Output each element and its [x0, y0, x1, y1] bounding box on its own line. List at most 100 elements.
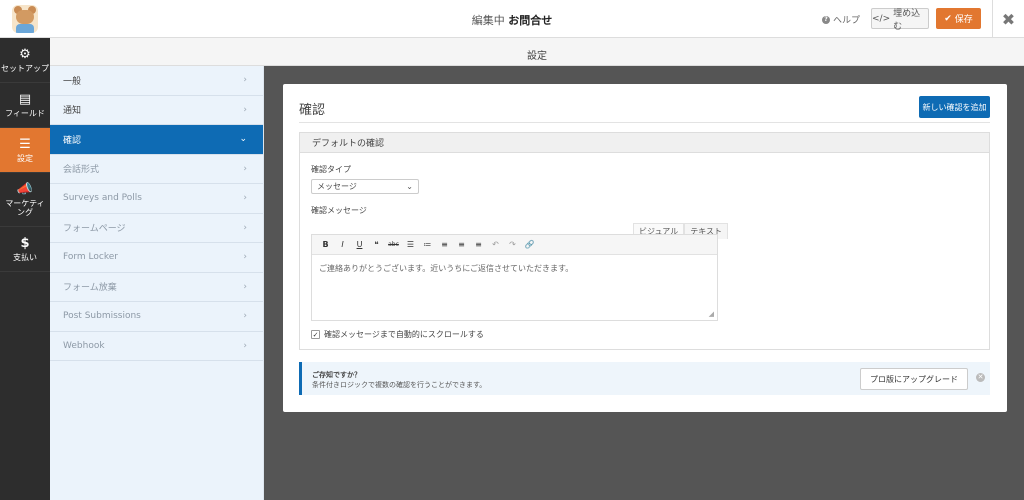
- embed-button[interactable]: </> 埋め込む: [871, 8, 929, 32]
- sidebar-item-label: 設定: [17, 153, 33, 163]
- subnav-item-label: フォームページ: [63, 224, 126, 235]
- notice-body: 条件付きロジックで複数の確認を行うことができます。: [312, 381, 487, 389]
- subnav-item-label: Post Submissions: [63, 311, 141, 322]
- subnav-item-confirmations[interactable]: 確認 ⌄: [50, 125, 263, 155]
- section-title: 設定: [527, 51, 547, 62]
- confirmation-type-label: 確認タイプ: [311, 165, 351, 174]
- top-bar: 編集中 お問合せ ? ヘルプ </> 埋め込む ✔ 保存 ✖: [0, 0, 1024, 38]
- save-button[interactable]: ✔ 保存: [936, 8, 981, 29]
- subnav-item-form-abandonment[interactable]: フォーム放棄 ›: [50, 273, 263, 302]
- sidebar-item-label: フィールド: [5, 108, 45, 118]
- chevron-right-icon: ›: [243, 340, 247, 351]
- confirmation-message-label: 確認メッセージ: [311, 206, 367, 215]
- auto-scroll-label: 確認メッセージまで自動的にスクロールする: [324, 330, 484, 339]
- redo-icon[interactable]: ↷: [504, 240, 521, 249]
- chevron-right-icon: ›: [243, 281, 247, 292]
- align-center-icon[interactable]: ≡: [453, 240, 470, 249]
- confirmations-panel: 確認 新しい確認を追加 デフォルトの確認 確認タイプ メッセージ ⌄ 確認メッセ…: [283, 84, 1007, 412]
- megaphone-icon: 📣: [16, 181, 34, 197]
- check-icon: ✔: [944, 13, 952, 24]
- close-button[interactable]: ✖: [992, 0, 1024, 38]
- bold-icon[interactable]: B: [317, 240, 334, 249]
- sidebar-item-label: 支払い: [13, 252, 37, 262]
- chevron-right-icon: ›: [243, 104, 247, 115]
- sidebar-item-label: セットアップ: [1, 63, 49, 73]
- code-icon: </>: [872, 13, 891, 24]
- panel-title: 確認: [299, 103, 326, 118]
- title-prefix: 編集中: [471, 14, 505, 27]
- main-sidebar: ⚙ セットアップ ▤ フィールド ☰ 設定 📣 マーケティング $ 支払い: [0, 38, 50, 500]
- default-confirmation-box: デフォルトの確認 確認タイプ メッセージ ⌄ 確認メッセージ ビジュアル テキス…: [299, 132, 990, 350]
- close-icon: ✖: [1001, 9, 1016, 29]
- sidebar-item-setup[interactable]: ⚙ セットアップ: [0, 38, 50, 83]
- chevron-down-icon: ⌄: [239, 134, 247, 145]
- upgrade-to-pro-button[interactable]: プロ版にアップグレード: [860, 368, 968, 390]
- subnav-item-form-locker[interactable]: Form Locker ›: [50, 243, 263, 273]
- title-form-name: お問合せ: [508, 14, 553, 27]
- chevron-right-icon: ›: [243, 193, 247, 204]
- auto-scroll-checkbox[interactable]: ✓: [311, 330, 320, 339]
- upgrade-notice: ご存知ですか？ 条件付きロジックで複数の確認を行うことができます。 プロ版にアッ…: [299, 362, 990, 395]
- sidebar-item-fields[interactable]: ▤ フィールド: [0, 83, 50, 128]
- underline-icon[interactable]: U: [351, 240, 368, 249]
- subnav-item-general[interactable]: 一般 ›: [50, 66, 263, 96]
- subnav-item-form-pages[interactable]: フォームページ ›: [50, 214, 263, 243]
- auto-scroll-option: ✓ 確認メッセージまで自動的にスクロールする: [311, 329, 484, 340]
- subnav-item-post-submissions[interactable]: Post Submissions ›: [50, 302, 263, 332]
- blockquote-icon[interactable]: ❝: [368, 240, 385, 249]
- box-title: デフォルトの確認: [312, 139, 385, 149]
- subnav-item-conversational[interactable]: 会話形式 ›: [50, 155, 263, 184]
- select-value: メッセージ: [317, 182, 357, 191]
- save-label: 保存: [954, 15, 973, 25]
- align-left-icon[interactable]: ≡: [436, 240, 453, 249]
- subnav-item-label: Surveys and Polls: [63, 193, 142, 204]
- subnav-item-label: Webhook: [63, 340, 105, 351]
- undo-icon[interactable]: ↶: [487, 240, 504, 249]
- chevron-right-icon: ›: [243, 311, 247, 322]
- sliders-icon: ☰: [19, 136, 31, 152]
- embed-label: 埋め込む: [893, 8, 921, 32]
- subnav-item-notifications[interactable]: 通知 ›: [50, 96, 263, 125]
- settings-subnav: 一般 › 通知 › 確認 ⌄ 会話形式 › Surveys and Polls …: [50, 66, 264, 500]
- confirmation-type-select[interactable]: メッセージ ⌄: [311, 179, 419, 194]
- message-editor: B I U ❝ abc ☰ ≔ ≡ ≡ ≡ ↶ ↷ 🔗 ご連絡ありがとうございま…: [311, 234, 718, 321]
- subnav-item-label: フォーム放棄: [63, 283, 117, 294]
- subnav-item-label: 確認: [63, 135, 82, 146]
- chevron-right-icon: ›: [243, 222, 247, 233]
- subnav-item-label: 一般: [63, 76, 82, 87]
- chevron-right-icon: ›: [243, 163, 247, 174]
- align-right-icon[interactable]: ≡: [470, 240, 487, 249]
- dollar-icon: $: [20, 235, 30, 251]
- numbered-list-icon[interactable]: ≔: [419, 240, 436, 249]
- subnav-item-label: Form Locker: [63, 252, 118, 263]
- italic-icon[interactable]: I: [334, 240, 351, 249]
- sidebar-item-payments[interactable]: $ 支払い: [0, 227, 50, 272]
- subnav-item-webhook[interactable]: Webhook ›: [50, 332, 263, 361]
- chevron-right-icon: ›: [243, 252, 247, 263]
- message-textarea[interactable]: ご連絡ありがとうございます。近いうちにご返信させていただきます。: [312, 255, 717, 282]
- subnav-item-surveys-polls[interactable]: Surveys and Polls ›: [50, 184, 263, 214]
- fields-list-icon: ▤: [18, 91, 32, 107]
- dismiss-notice-icon[interactable]: ✕: [976, 373, 985, 382]
- section-header: 設定: [50, 38, 1024, 66]
- sidebar-item-marketing[interactable]: 📣 マーケティング: [0, 173, 50, 227]
- bullet-list-icon[interactable]: ☰: [402, 240, 419, 249]
- subnav-item-label: 会話形式: [63, 165, 100, 176]
- gear-icon: ⚙: [19, 46, 31, 62]
- strikethrough-icon[interactable]: abc: [385, 241, 402, 248]
- help-label: ヘルプ: [833, 16, 861, 26]
- editor-toolbar: B I U ❝ abc ☰ ≔ ≡ ≡ ≡ ↶ ↷ 🔗: [312, 235, 717, 255]
- sidebar-item-label: マーケティング: [5, 198, 45, 217]
- panel-divider: [299, 122, 990, 123]
- add-confirmation-button[interactable]: 新しい確認を追加: [919, 96, 990, 118]
- resize-handle-icon[interactable]: ◢: [709, 310, 714, 318]
- notice-title: ご存知ですか？: [312, 371, 361, 379]
- link-icon[interactable]: 🔗: [521, 240, 538, 249]
- chevron-down-icon: ⌄: [406, 182, 413, 191]
- chevron-right-icon: ›: [243, 75, 247, 86]
- help-link[interactable]: ? ヘルプ: [822, 13, 860, 26]
- sidebar-item-settings[interactable]: ☰ 設定: [0, 128, 50, 173]
- box-header[interactable]: デフォルトの確認: [300, 133, 989, 153]
- help-icon: ?: [822, 15, 830, 24]
- subnav-item-label: 通知: [63, 106, 82, 117]
